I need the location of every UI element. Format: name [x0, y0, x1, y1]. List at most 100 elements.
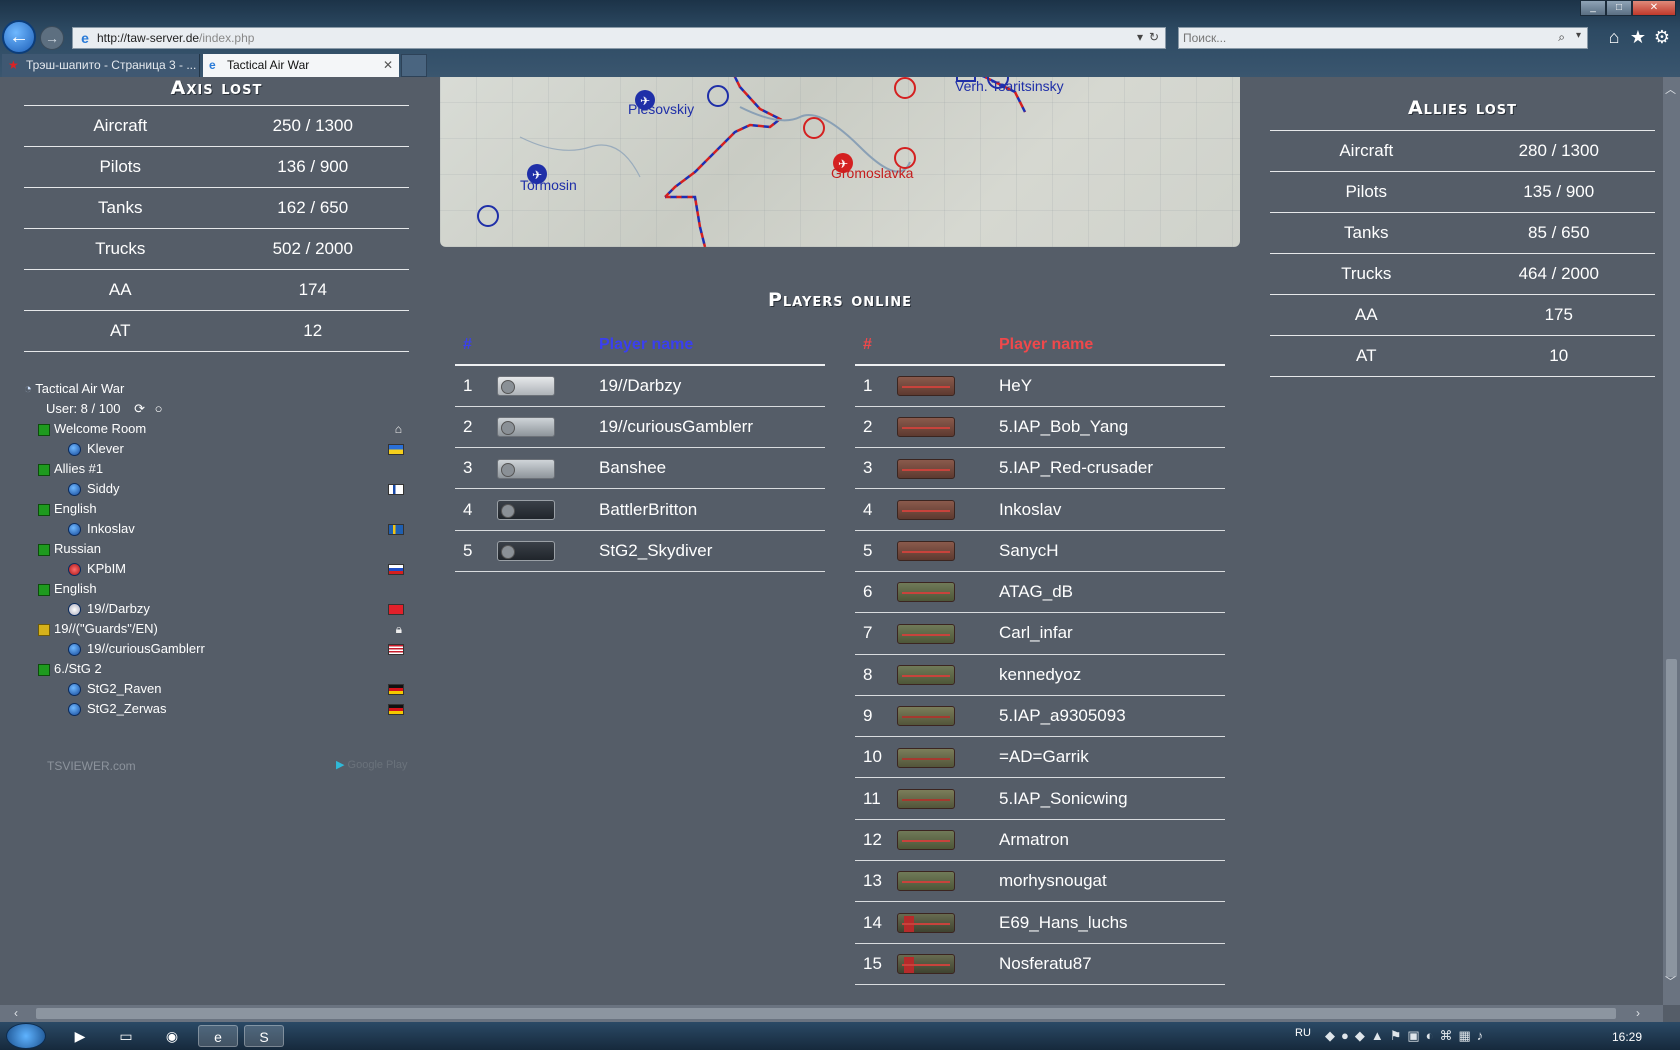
chrome-icon[interactable]: ◉ — [152, 1025, 192, 1047]
rank-insignia-icon — [897, 954, 955, 975]
table-row: 2 5.IAP_Bob_Yang — [855, 406, 1225, 449]
player-num: 12 — [855, 819, 897, 862]
tsviewer-link[interactable]: TSVIEWER.com — [47, 759, 136, 773]
player-name: 19//curiousGamblerr — [599, 406, 825, 449]
ts-user-name: Inkoslav — [87, 521, 135, 536]
tab-label: Трэш-шапито - Страница 3 - ... — [26, 58, 197, 72]
table-row: 3 5.IAP_Red-crusader — [855, 447, 1225, 490]
column-header-num: # — [855, 325, 897, 366]
player-name: Banshee — [599, 447, 825, 490]
ts-channel[interactable]: Russian — [24, 539, 416, 559]
favorites-star-icon[interactable]: ★ — [1627, 27, 1649, 48]
back-button[interactable]: ← — [2, 20, 36, 54]
rank-insignia-icon — [897, 871, 955, 892]
media-player-icon[interactable]: ▶ — [60, 1025, 100, 1047]
stat-value: 250 / 1300 — [216, 105, 409, 147]
table-row: Aircraft 250 / 1300 — [24, 105, 409, 147]
ts-user[interactable]: Klever — [24, 439, 416, 459]
player-name: Nosferatu87 — [999, 943, 1225, 985]
ts-user[interactable]: 19//curiousGamblerr — [24, 639, 416, 659]
close-window-icon[interactable]: ✕ — [1632, 0, 1676, 16]
start-button[interactable] — [6, 1023, 46, 1049]
rank-insignia-icon — [897, 582, 955, 603]
ts-user[interactable]: Inkoslav — [24, 519, 416, 539]
maximize-icon[interactable]: □ — [1606, 0, 1632, 16]
scroll-thumb[interactable] — [36, 1008, 1616, 1019]
horizontal-scrollbar[interactable]: ‹ › — [0, 1005, 1663, 1022]
rank-insignia-icon — [897, 499, 955, 520]
ts-channel[interactable]: English — [24, 579, 416, 599]
system-tray-icons[interactable]: ◆●◆▲⚑▣◐⌘▦♪ — [1325, 1028, 1489, 1044]
chevron-left-icon[interactable]: ‹ — [14, 1006, 18, 1020]
table-row: 8 kennedyoz — [855, 654, 1225, 696]
clock[interactable]: 16:29 — [1612, 1030, 1642, 1044]
google-play-badge[interactable]: ▶ Google Play — [336, 758, 407, 771]
allies-players-table: # Player name 1 HeY 2 5.IAP_Bob_Yang 3 5.IA… — [855, 325, 1225, 985]
ts-user[interactable]: StG2_Zerwas — [24, 699, 416, 719]
arrow-left-icon: ← — [9, 25, 29, 48]
star-icon: ★ — [8, 58, 19, 72]
home-icon[interactable]: ⌂ — [1603, 27, 1625, 48]
circle-icon[interactable]: ○ — [155, 401, 163, 416]
close-tab-icon[interactable]: ✕ — [383, 54, 393, 77]
chevron-down-icon[interactable]: ﹀ — [1665, 973, 1676, 989]
map-label: Gromoslavka — [831, 165, 914, 181]
new-tab-button[interactable] — [401, 54, 427, 77]
folder-icon[interactable]: ▭ — [106, 1025, 146, 1047]
language-indicator[interactable]: RU — [1295, 1027, 1311, 1039]
table-row: Trucks 502 / 2000 — [24, 228, 409, 270]
rank-insignia-icon — [497, 417, 555, 438]
rank-insignia-icon — [497, 458, 555, 479]
scroll-thumb[interactable] — [1666, 659, 1677, 977]
player-num: 2 — [455, 406, 497, 449]
ts-user[interactable]: KPbIM — [24, 559, 416, 579]
rank-insignia-icon — [897, 747, 955, 768]
search-box[interactable]: ⌕ ▾ — [1178, 27, 1588, 49]
search-dropdown-icon[interactable]: ▾ — [1576, 30, 1581, 41]
search-icon[interactable]: ⌕ — [1558, 30, 1565, 45]
ie-page-icon: e — [81, 30, 89, 46]
refresh-icon[interactable]: ⟳ — [134, 401, 145, 416]
tab-tactical-air-war[interactable]: e Tactical Air War ✕ — [203, 54, 399, 77]
rank-insignia-icon — [497, 499, 555, 520]
forward-button[interactable]: → — [40, 26, 64, 50]
stat-value: 10 — [1462, 335, 1655, 377]
address-bar[interactable]: e http://taw-server.de/index.php ▾ ↻ — [72, 27, 1166, 49]
ts-channel[interactable]: 6./StG 2 — [24, 659, 416, 679]
table-row: 1 HeY — [855, 365, 1225, 407]
tab-label: Tactical Air War — [227, 58, 310, 72]
chevron-right-icon[interactable]: › — [1636, 1006, 1640, 1020]
address-text[interactable]: http://taw-server.de/index.php — [97, 31, 254, 45]
player-num: 3 — [855, 447, 897, 490]
ts-user[interactable]: Siddy — [24, 479, 416, 499]
ts-channel[interactable]: Welcome Room ⌂ — [24, 419, 416, 439]
ts-server-row[interactable]: ◔ Tactical Air War — [24, 379, 416, 399]
address-dropdown-icon[interactable]: ▾ — [1137, 30, 1143, 44]
map-label: Plesovskiy — [628, 101, 695, 117]
refresh-icon[interactable]: ↻ — [1149, 30, 1159, 44]
rank-insignia-icon — [897, 541, 955, 562]
table-row: Aircraft 280 / 1300 — [1270, 130, 1655, 172]
minimize-icon[interactable]: _ — [1580, 0, 1606, 16]
rank-insignia-icon — [897, 417, 955, 438]
ie-taskbar-icon[interactable]: e — [198, 1025, 238, 1047]
gear-icon[interactable]: ⚙ — [1651, 27, 1673, 48]
flag-fi-icon — [388, 484, 404, 495]
tab-forum[interactable]: ★ Трэш-шапито - Страница 3 - ... — [2, 54, 200, 77]
ts-user[interactable]: 19//Darbzy — [24, 599, 416, 619]
chevron-up-icon[interactable]: ︿ — [1665, 81, 1676, 97]
table-row: 11 5.IAP_Sonicwing — [855, 777, 1225, 820]
table-row: AT 12 — [24, 310, 409, 352]
table-row: 9 5.IAP_a9305093 — [855, 695, 1225, 738]
table-row: 2 19//curiousGamblerr — [455, 406, 825, 449]
skype-icon[interactable]: S — [244, 1025, 284, 1047]
player-name: Carl_infar — [999, 612, 1225, 655]
ts-channel[interactable]: English — [24, 499, 416, 519]
front-map[interactable]: ✈ ✈ ✈ Plesovskiy Verh. Tsaritsinsky Torm… — [440, 77, 1240, 247]
stat-value: 162 / 650 — [216, 187, 409, 229]
ts-user[interactable]: StG2_Raven — [24, 679, 416, 699]
search-input[interactable] — [1183, 30, 1523, 46]
vertical-scrollbar[interactable]: ︿ ﹀ — [1663, 77, 1680, 1005]
ts-channel[interactable]: 19//("Guards"/EN) 🔒︎ — [24, 619, 416, 639]
ts-channel[interactable]: Allies #1 — [24, 459, 416, 479]
